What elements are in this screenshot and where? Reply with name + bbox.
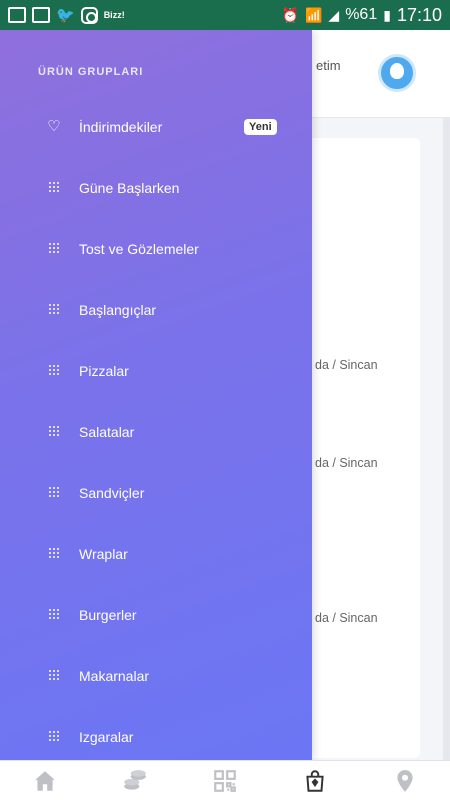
scrollbar[interactable] <box>443 118 450 760</box>
home-icon <box>35 770 55 791</box>
qr-code-icon <box>214 769 236 792</box>
menu-item-salatalar[interactable]: Salatalar <box>0 401 312 462</box>
menu-item-pizzalar[interactable]: Pizzalar <box>0 340 312 401</box>
menu-item-label: Tost ve Gözlemeler <box>79 240 199 257</box>
mail-icon <box>8 7 26 23</box>
coins-button[interactable] <box>115 764 155 798</box>
menu-item-label: Izgaralar <box>79 728 134 745</box>
notification-icons: 🐦 Bizz! <box>8 6 125 24</box>
product-group-list: ♡ İndirimdekiler Yeni Güne Başlarken Tos… <box>0 96 312 760</box>
home-button[interactable] <box>25 764 65 798</box>
signal-icon: ◢ <box>328 6 340 23</box>
battery-icon: ▮ <box>383 6 391 23</box>
location-text: da / Sincan <box>315 358 378 372</box>
bizz-notification: Bizz! <box>103 10 125 20</box>
twitter-icon: 🐦 <box>56 7 75 24</box>
wifi-icon: 📶 <box>304 6 323 23</box>
menu-item-gune-baslarken[interactable]: Güne Başlarken <box>0 157 312 218</box>
instagram-icon <box>80 6 98 24</box>
location-text: da / Sincan <box>315 456 378 470</box>
menu-item-label: Burgerler <box>79 606 137 623</box>
grid-dots-icon <box>46 607 62 623</box>
alarm-icon: ⏰ <box>281 6 299 23</box>
new-badge: Yeni <box>244 119 277 135</box>
heart-icon: ♡ <box>47 118 61 135</box>
grid-dots-icon <box>46 546 62 562</box>
shopping-bag-button[interactable] <box>295 764 335 798</box>
battery-percent: %61 <box>345 6 378 23</box>
clock: 17:10 <box>396 4 442 25</box>
menu-item-label: Başlangıçlar <box>79 301 157 318</box>
bottom-navigation <box>0 760 450 800</box>
status-bar: 🐦 Bizz! ⏰ 📶 ◢ %61 ▮ 17:10 <box>0 0 450 30</box>
grid-dots-icon <box>46 668 62 684</box>
menu-item-sandvicler[interactable]: Sandviçler <box>0 462 312 523</box>
menu-item-tost-gozlemeler[interactable]: Tost ve Gözlemeler <box>0 218 312 279</box>
grid-dots-icon <box>46 424 62 440</box>
grid-dots-icon <box>46 729 62 745</box>
menu-item-wraplar[interactable]: Wraplar <box>0 523 312 584</box>
menu-item-label: Sandviçler <box>79 484 145 501</box>
coins-icon <box>124 769 146 790</box>
menu-item-label: Salatalar <box>79 423 135 440</box>
location-text: da / Sincan <box>315 611 378 625</box>
menu-item-label: Güne Başlarken <box>79 179 180 196</box>
location-button[interactable] <box>385 764 425 798</box>
navigation-drawer: ÜRÜN GRUPLARI ♡ İndirimdekiler Yeni Güne… <box>0 30 312 760</box>
shopping-bag-icon <box>306 769 324 792</box>
menu-item-burgerler[interactable]: Burgerler <box>0 584 312 645</box>
header-partial-text: etim <box>316 58 341 73</box>
content-card <box>300 138 420 758</box>
grid-dots-icon <box>46 302 62 318</box>
location-pin-icon <box>397 769 413 792</box>
grid-dots-icon <box>46 363 62 379</box>
menu-item-label: Wraplar <box>79 545 128 562</box>
grid-dots-icon <box>46 485 62 501</box>
avatar[interactable] <box>378 54 416 92</box>
menu-item-label: İndirimdekiler <box>79 118 163 135</box>
menu-item-label: Makarnalar <box>79 667 150 684</box>
menu-item-izgaralar[interactable]: Izgaralar <box>0 706 312 760</box>
menu-item-baslangiclar[interactable]: Başlangıçlar <box>0 279 312 340</box>
drawer-title: ÜRÜN GRUPLARI <box>38 66 144 78</box>
qr-code-button[interactable] <box>205 764 245 798</box>
menu-item-label: Pizzalar <box>79 362 129 379</box>
image-icon <box>32 7 50 23</box>
grid-dots-icon <box>46 180 62 196</box>
grid-dots-icon <box>46 241 62 257</box>
menu-item-indirimdekiler[interactable]: ♡ İndirimdekiler Yeni <box>0 96 312 157</box>
menu-item-makarnalar[interactable]: Makarnalar <box>0 645 312 706</box>
